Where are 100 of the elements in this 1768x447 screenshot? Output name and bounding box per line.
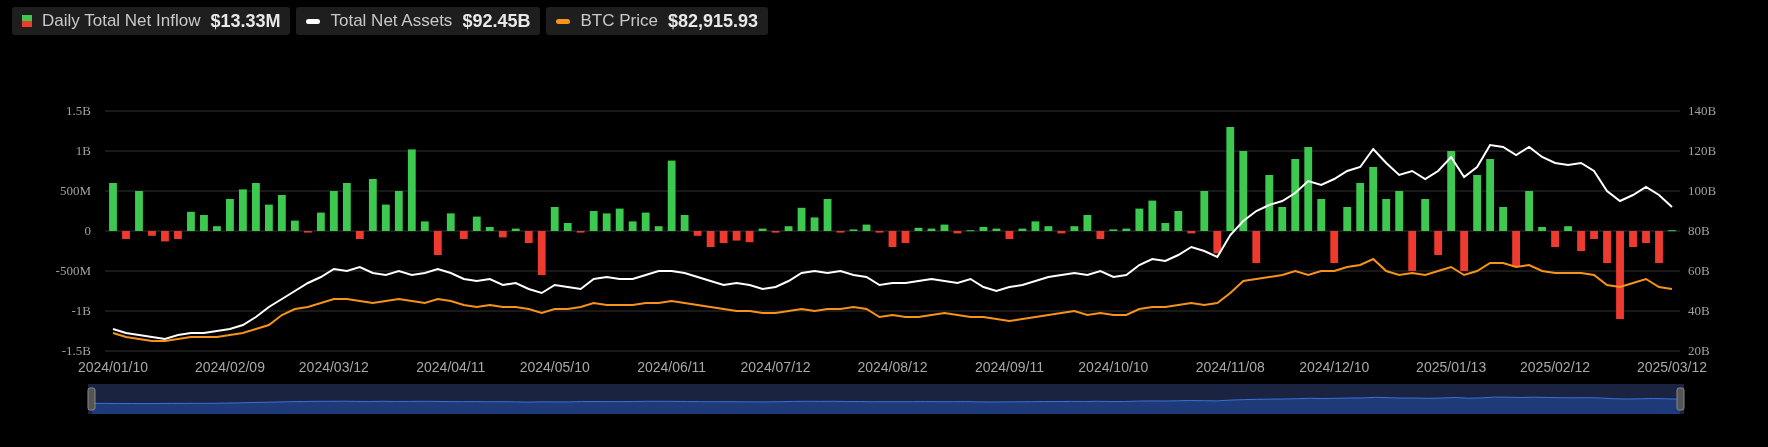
- bar: [1577, 231, 1585, 251]
- bar: [1603, 231, 1611, 263]
- bar: [1096, 231, 1105, 239]
- y-axis-label: -500M: [55, 263, 91, 278]
- bar: [213, 226, 221, 231]
- bar: [174, 231, 182, 239]
- bar: [550, 207, 559, 231]
- bar: [1135, 208, 1144, 231]
- bar: [1200, 191, 1209, 231]
- bar: [1343, 207, 1352, 231]
- bar: [316, 212, 325, 231]
- bar: [810, 217, 819, 231]
- legend-value: $92.45B: [462, 9, 531, 33]
- bar: [745, 231, 754, 243]
- bar: [1590, 231, 1598, 239]
- bar: [654, 226, 663, 231]
- bar: [784, 226, 793, 231]
- bar: [1122, 228, 1131, 231]
- x-axis-label: 2025/02/12: [1520, 359, 1591, 375]
- bar: [602, 213, 611, 231]
- bar: [1486, 159, 1494, 231]
- legend-chip[interactable]: Total Net Assets $92.45B: [296, 7, 541, 35]
- bar: [1083, 215, 1092, 231]
- y-axis-label: 1.5B: [66, 103, 91, 118]
- x-axis-label: 2024/12/10: [1299, 359, 1370, 375]
- bar: [1395, 191, 1404, 231]
- bar: [122, 231, 130, 239]
- legend-chip[interactable]: BTC Price $82,915.93: [546, 7, 768, 35]
- bar: [239, 189, 247, 231]
- bar: [135, 191, 143, 231]
- bar: [1018, 228, 1027, 231]
- x-axis-label: 2024/01/10: [77, 359, 149, 375]
- navigator-drawing[interactable]: [87, 384, 1685, 414]
- bar: [1499, 207, 1507, 231]
- x-axis-label: 2024/05/10: [519, 359, 590, 375]
- bar: [278, 195, 286, 231]
- bar: [680, 215, 689, 231]
- bar: [1317, 199, 1326, 231]
- bar: [1525, 191, 1533, 231]
- bar: [1434, 231, 1443, 255]
- y-axis-label: 500M: [59, 183, 91, 198]
- x-axis-label: 2024/08/12: [857, 359, 928, 375]
- y-axis-label: -1.5B: [61, 343, 91, 358]
- bar: [992, 228, 1001, 231]
- line-legend-icon: [556, 18, 571, 24]
- bar: [368, 179, 377, 231]
- y-axis-label: 40B: [1688, 303, 1710, 318]
- y-axis-label: 140B: [1688, 103, 1717, 118]
- bar: [1642, 231, 1650, 243]
- bar: [511, 228, 520, 231]
- line-legend-icon: [306, 18, 321, 24]
- bar: [1421, 199, 1430, 231]
- bar: [472, 216, 481, 231]
- bar: [667, 160, 676, 231]
- x-axis-label: 2025/01/13: [1416, 359, 1487, 375]
- bar: [109, 183, 117, 231]
- bar: [420, 221, 429, 231]
- bar: [862, 224, 871, 231]
- bar: [563, 223, 572, 231]
- bar: [394, 191, 403, 231]
- bar: [615, 208, 624, 231]
- bar: [1356, 183, 1365, 231]
- bar: [1564, 226, 1572, 231]
- bar: [1655, 231, 1663, 263]
- bar: [1265, 175, 1274, 231]
- bar: [732, 231, 741, 241]
- bar: [524, 231, 533, 243]
- bar: [719, 231, 728, 243]
- bar: [1161, 223, 1170, 231]
- bar: [329, 191, 338, 231]
- legend-label: Total Net Assets: [330, 10, 453, 33]
- bar: [1330, 231, 1339, 263]
- bar-legend-icon: [22, 15, 32, 27]
- bar: [1278, 207, 1287, 231]
- bar: [161, 231, 169, 242]
- legend-chip[interactable]: Daily Total Net Inflow $13.33M: [12, 7, 291, 35]
- y-axis-label: -1B: [71, 303, 91, 318]
- bar: [1031, 221, 1040, 231]
- bar: [1408, 231, 1417, 271]
- bar: [979, 227, 988, 231]
- x-axis-label: 2024/07/12: [740, 359, 811, 375]
- y-axis-label: 100B: [1688, 183, 1717, 198]
- bar: [446, 213, 455, 231]
- bar: [641, 212, 650, 231]
- x-axis-label: 2024/11/08: [1195, 359, 1265, 375]
- bar: [1044, 226, 1053, 231]
- x-axis-label: 2024/04/11: [416, 359, 486, 375]
- bar: [1538, 227, 1546, 231]
- bar: [433, 231, 442, 255]
- legend-label: BTC Price: [580, 10, 658, 33]
- bar: [265, 204, 273, 231]
- bar: [797, 207, 806, 231]
- bar: [953, 231, 962, 234]
- bar: [758, 228, 767, 231]
- bar: [200, 215, 208, 231]
- bar: [1473, 175, 1482, 231]
- bar: [914, 227, 923, 231]
- bar: [693, 231, 702, 236]
- bar: [1369, 167, 1378, 231]
- bar: [485, 227, 494, 231]
